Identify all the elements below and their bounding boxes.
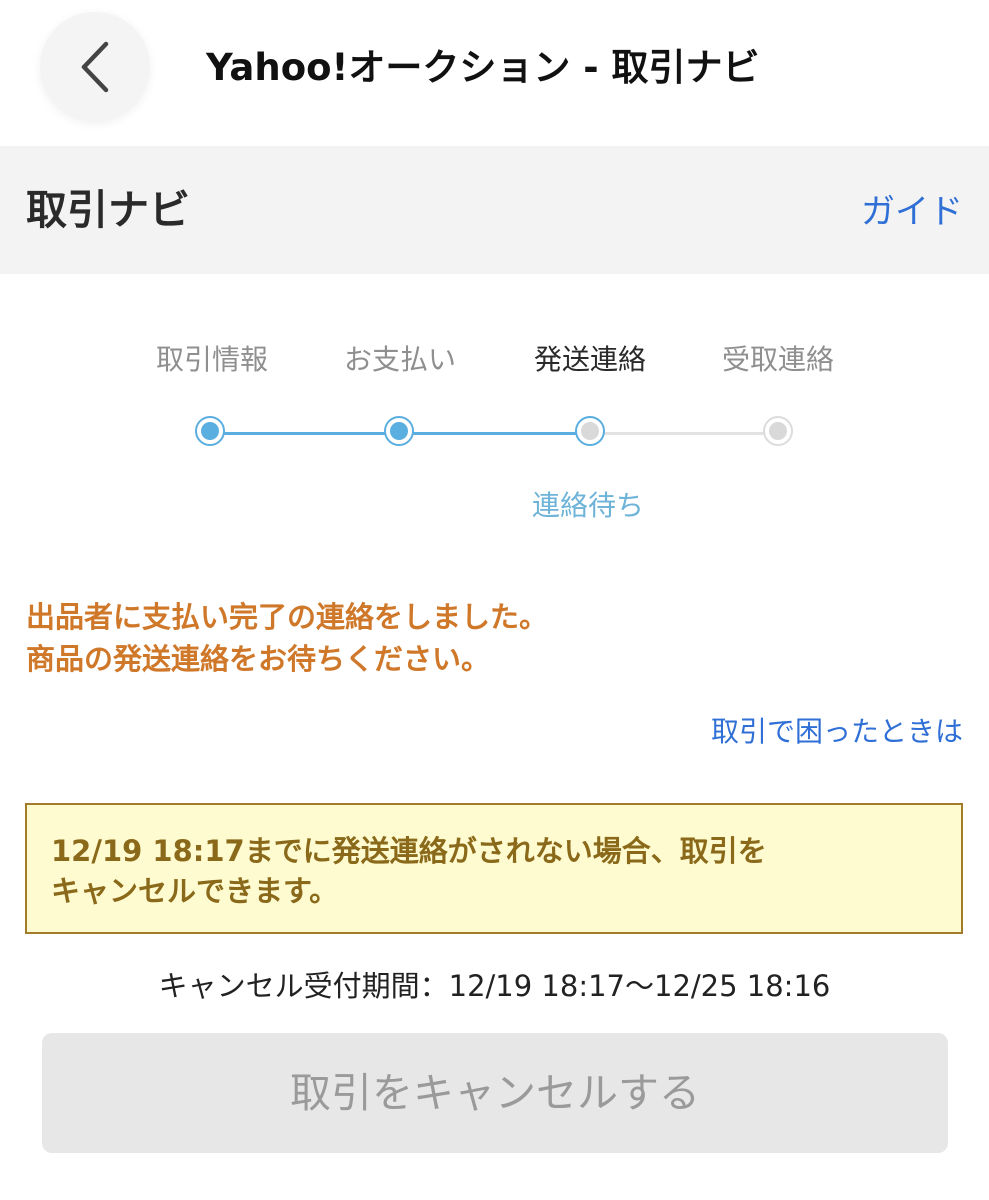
step-dot-shipping-notice — [575, 416, 605, 446]
section-title: 取引ナビ — [26, 186, 190, 234]
step-dot-payment — [384, 416, 414, 446]
cancel-notice-line-2: キャンセルできます。 — [51, 874, 339, 908]
app-title: Yahoo!オークション - 取引ナビ — [206, 46, 760, 89]
trade-navi-page: Yahoo!オークション - 取引ナビ 取引ナビ ガイド 取引情報 お支払い 発… — [0, 0, 989, 1200]
top-navigation-bar: Yahoo!オークション - 取引ナビ — [0, 0, 989, 146]
section-header: 取引ナビ ガイド — [0, 146, 989, 274]
status-message-line-2: 商品の発送連絡をお待ちください。 — [26, 642, 491, 676]
step-dot-receipt-notice — [763, 416, 793, 446]
cancel-notice-box: 12/19 18:17までに発送連絡がされない場合、取引を キャンセルできます。 — [25, 803, 963, 934]
stepper-line-pending — [590, 432, 778, 435]
trouble-help-link[interactable]: 取引で困ったときは — [711, 710, 963, 754]
cancel-notice-text: 12/19 18:17までに発送連絡がされない場合、取引を キャンセルできます。 — [51, 831, 931, 911]
step-label-receipt-notice: 受取連絡 — [721, 343, 834, 376]
chevron-left-icon — [81, 41, 109, 93]
step-status-waiting: 連絡待ち — [531, 489, 644, 522]
cancel-trade-button[interactable]: 取引をキャンセルする — [42, 1033, 948, 1153]
status-message: 出品者に支払い完了の連絡をしました。 商品の発送連絡をお待ちください。 — [26, 596, 926, 680]
step-label-trade-info: 取引情報 — [155, 343, 268, 376]
step-dot-trade-info — [195, 416, 225, 446]
step-label-shipping-notice: 発送連絡 — [533, 343, 646, 376]
cancel-period-text: キャンセル受付期間：12/19 18:17〜12/25 18:16 — [158, 969, 831, 1003]
guide-link[interactable]: ガイド — [861, 184, 963, 240]
status-message-line-1: 出品者に支払い完了の連絡をしました。 — [26, 600, 549, 634]
cancel-notice-line-1: 12/19 18:17までに発送連絡がされない場合、取引を — [51, 834, 767, 868]
back-button[interactable] — [40, 12, 150, 122]
step-label-payment: お支払い — [343, 343, 456, 376]
